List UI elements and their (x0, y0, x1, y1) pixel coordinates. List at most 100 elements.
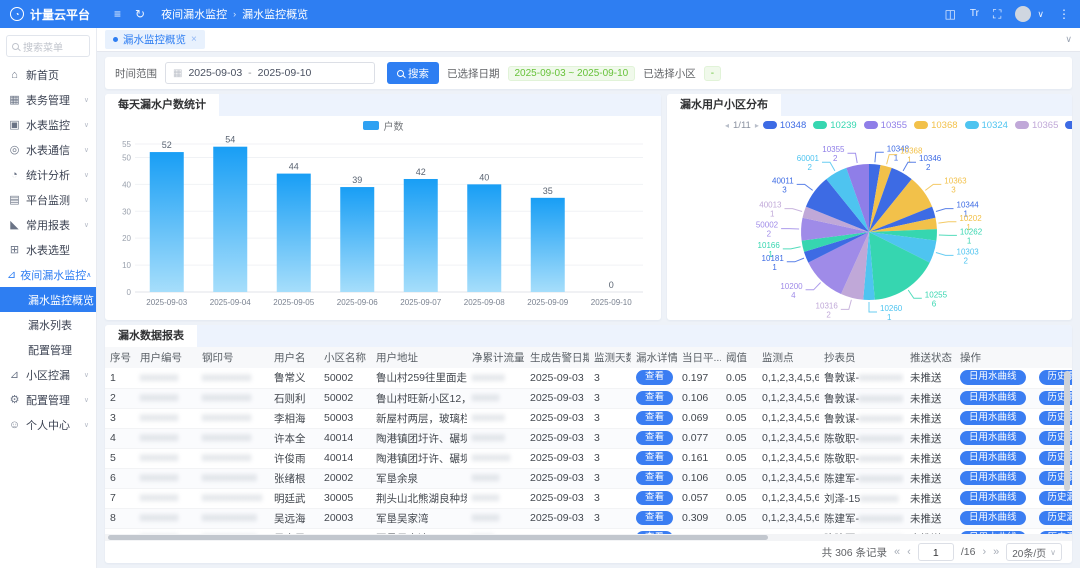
refresh-icon[interactable]: ↻ (135, 8, 145, 20)
history-leak-button[interactable]: 历史漏损 (1039, 491, 1072, 506)
user-menu-chevron-icon[interactable]: ∨ (1037, 10, 1044, 19)
sidebar-item-meter-selection[interactable]: ⊞水表选型 (0, 237, 96, 262)
table-row[interactable]: 40000000000000000许本全40014陶港镇团圩许、碾坝组00000… (105, 428, 1072, 448)
page-input[interactable]: 1 (918, 543, 954, 561)
prev-page-icon[interactable]: ‹ (907, 546, 911, 558)
sidebar-item-common-reports[interactable]: ◣常用报表∨ (0, 212, 96, 237)
sidebar-item-night-leak-monitor[interactable]: ⊿夜间漏水监控∧ (0, 262, 96, 287)
history-leak-button[interactable]: 历史漏损 (1039, 511, 1072, 526)
sidebar-item-meter-comm[interactable]: ◎水表通信∨ (0, 137, 96, 162)
daily-water-curve-button[interactable]: 日用水曲线 (960, 391, 1026, 406)
last-page-icon[interactable]: » (993, 546, 999, 558)
screenshot-icon[interactable]: ◫ (945, 8, 956, 20)
pie-legend-item[interactable]: 10355 (864, 120, 907, 131)
sidebar-item-home[interactable]: ⌂新首页 (0, 62, 96, 87)
view-detail-button[interactable]: 查看 (636, 491, 673, 506)
first-page-icon[interactable]: « (894, 546, 900, 558)
sidebar-item-leak-overview[interactable]: 漏水监控概览 (0, 287, 96, 312)
column-header-no: 序号 (105, 347, 135, 368)
table-row[interactable]: 10000000000000000鲁常义50002鲁山村259往里面走很远000… (105, 368, 1072, 388)
table-row[interactable]: 30000000000000000李相海50003新屋村两层，玻璃栏杆00000… (105, 408, 1072, 428)
brand: ◔ 计量云平台 (0, 6, 100, 23)
cell-flow: 0000000 (467, 448, 525, 468)
table-row[interactable]: 7000000000000000000明廷武30005荆头山北熊湖良种场0000… (105, 488, 1072, 508)
redacted-phone: 00000000 (859, 474, 903, 484)
pie-legend-item[interactable]: 10239 (813, 120, 856, 131)
avatar[interactable] (1015, 6, 1031, 22)
sidebar-search-input[interactable]: 搜索菜单 (6, 35, 90, 57)
more-options-icon[interactable]: ⋮ (1058, 8, 1070, 20)
table-row[interactable]: 800000000000000000吴远海20003军垦吴家湾000002025… (105, 508, 1072, 528)
tab-leak-overview[interactable]: 漏水监控概览 × (105, 30, 205, 49)
redacted-value: 00000000000 (202, 493, 263, 503)
svg-text:2025-09-06: 2025-09-06 (337, 298, 378, 307)
cell-reader: 鲁敦谋-00000000 (819, 408, 905, 428)
pie-legend-item[interactable]: 103 (1065, 120, 1072, 131)
cell-flow: 00000 (467, 508, 525, 528)
cell-avg: 0.069 (677, 408, 721, 428)
date-range-input[interactable]: ▦ 2025-09-03 - 2025-09-10 (165, 62, 375, 84)
search-button[interactable]: 搜索 (387, 62, 439, 84)
legend-next-icon[interactable]: ▸ (755, 121, 759, 130)
cell-date: 2025-09-03 (525, 468, 589, 488)
sidebar-item-stats-analysis[interactable]: ◔统计分析∨ (0, 162, 96, 187)
legend-swatch-icon (914, 121, 928, 129)
cell-addr: 军垦余泉 (371, 468, 467, 488)
daily-water-curve-button[interactable]: 日用水曲线 (960, 370, 1026, 385)
redacted-phone: 0000000 (860, 494, 899, 504)
sidebar-item-config-mgmt[interactable]: ⚙配置管理∨ (0, 387, 96, 412)
bar-legend[interactable]: 户数 (105, 116, 661, 134)
table-row[interactable]: 600000000000000000张绪根20002军垦余泉000002025-… (105, 468, 1072, 488)
fullscreen-icon[interactable]: ⛶ (993, 8, 1001, 20)
tabbar-chevron-icon[interactable]: ∨ (1065, 34, 1072, 45)
legend-swatch-icon (1015, 121, 1029, 129)
sidebar-item-label: 常用报表 (26, 217, 70, 233)
cell-stamp_no: 0000000000 (197, 508, 269, 528)
view-detail-button[interactable]: 查看 (636, 431, 673, 446)
close-tab-icon[interactable]: × (191, 34, 197, 45)
daily-water-curve-button[interactable]: 日用水曲线 (960, 451, 1026, 466)
sidebar-item-label: 个人中心 (26, 417, 70, 433)
pie-legend-item[interactable]: 10368 (914, 120, 957, 131)
sidebar-item-personal-center[interactable]: ☺个人中心∨ (0, 412, 96, 437)
column-header-status[interactable]: 推送状态▼ (905, 347, 955, 368)
selected-block-label: 已选择小区 (643, 66, 696, 81)
view-detail-button[interactable]: 查看 (636, 451, 673, 466)
view-detail-button[interactable]: 查看 (636, 391, 673, 406)
sidebar-item-platform-monitor[interactable]: ▤平台监测∨ (0, 187, 96, 212)
cell-date: 2025-09-03 (525, 368, 589, 388)
legend-prev-icon[interactable]: ◂ (725, 121, 729, 130)
sidebar-item-block-leak-control[interactable]: ⊿小区控漏∨ (0, 362, 96, 387)
view-detail-button[interactable]: 查看 (636, 370, 673, 385)
daily-water-curve-button[interactable]: 日用水曲线 (960, 411, 1026, 426)
daily-water-curve-button[interactable]: 日用水曲线 (960, 431, 1026, 446)
sidebar-item-leak-config[interactable]: 配置管理 (0, 337, 96, 362)
font-size-icon[interactable]: Tr (970, 9, 979, 19)
view-detail-button[interactable]: 查看 (636, 511, 673, 526)
table-row[interactable]: 50000000000000000许俊雨40014陶港镇团圩许、碾坝组00000… (105, 448, 1072, 468)
vertical-scrollbar[interactable] (1064, 371, 1070, 491)
daily-water-curve-button[interactable]: 日用水曲线 (960, 491, 1026, 506)
daily-water-curve-button[interactable]: 日用水曲线 (960, 471, 1026, 486)
view-detail-button[interactable]: 查看 (636, 471, 673, 486)
collapse-sidebar-icon[interactable]: ≡ (114, 8, 121, 20)
column-header-date: 生成告警日期 (525, 347, 589, 368)
pie-legend-item[interactable]: 10348 (763, 120, 806, 131)
horizontal-scrollbar[interactable] (108, 535, 768, 540)
sidebar-item-meter-monitor[interactable]: ▣水表监控∨ (0, 112, 96, 137)
sidebar-item-meter-mgmt[interactable]: ▦表务管理∨ (0, 87, 96, 112)
cell-threshold: 0.05 (721, 508, 757, 528)
daily-water-curve-button[interactable]: 日用水曲线 (960, 511, 1026, 526)
page-size-select[interactable]: 20条/页 ∨ (1006, 543, 1062, 561)
legend-label: 10355 (881, 120, 907, 131)
view-detail-button[interactable]: 查看 (636, 411, 673, 426)
sidebar-item-leak-list[interactable]: 漏水列表 (0, 312, 96, 337)
redacted-value: 0000000 (140, 433, 179, 443)
breadcrumb-parent[interactable]: 夜间漏水监控 (161, 6, 227, 22)
tab-active-dot-icon (113, 37, 118, 42)
next-page-icon[interactable]: › (982, 546, 986, 558)
pie-legend-item[interactable]: 10365 (1015, 120, 1058, 131)
table-row[interactable]: 20000000000000000石则利50002鲁山村旺新小区12，两层000… (105, 388, 1072, 408)
pie-legend-item[interactable]: 10324 (965, 120, 1008, 131)
legend-swatch-icon (965, 121, 979, 129)
